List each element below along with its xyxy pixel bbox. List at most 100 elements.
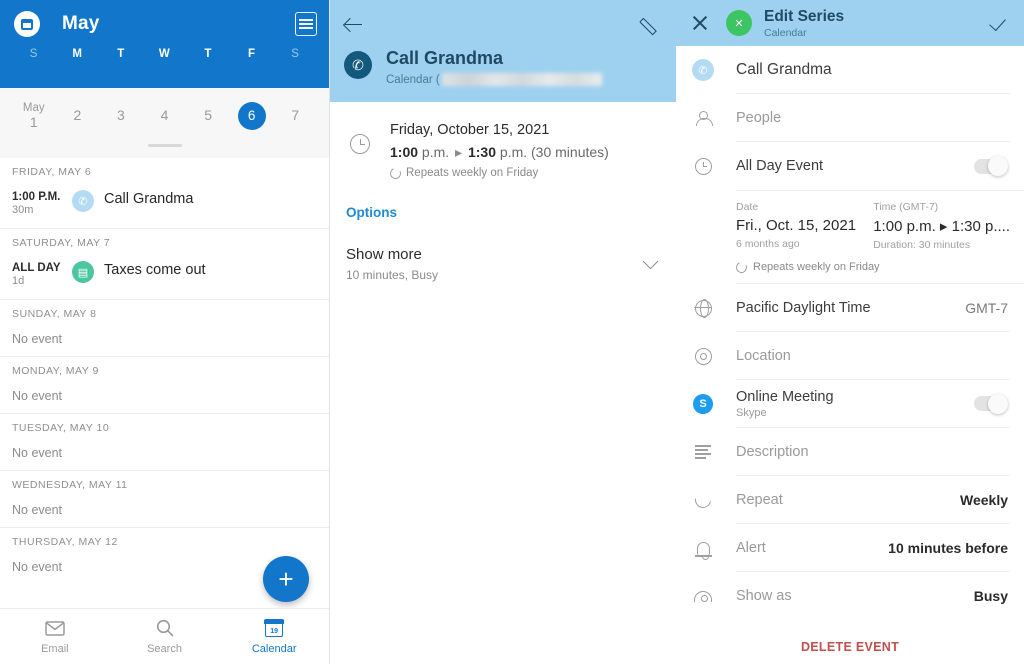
repeat-icon bbox=[691, 488, 715, 512]
time-arrow-icon: ▸ bbox=[455, 144, 463, 160]
globe-icon bbox=[692, 299, 714, 319]
agenda-section-header: WEDNESDAY, MAY 11 bbox=[0, 470, 329, 497]
edit-row-location[interactable]: Location bbox=[676, 332, 1024, 380]
event-title: Call Grandma bbox=[386, 48, 504, 68]
description-icon bbox=[692, 445, 714, 459]
agenda-event-row[interactable]: 1:00 P.M. 30m ✆ Call Grandma bbox=[0, 184, 329, 228]
close-icon[interactable] bbox=[690, 13, 710, 33]
agenda-event-time: ALL DAY 1d bbox=[12, 261, 70, 287]
nav-label: Calendar bbox=[251, 642, 297, 655]
week-day-cell-1[interactable]: May 1 bbox=[12, 102, 56, 130]
edit-datetime-block[interactable]: Date Fri., Oct. 15, 2021 6 months ago Ti… bbox=[676, 191, 1024, 253]
agenda-title-row: May bbox=[12, 0, 317, 48]
date-label: Date bbox=[736, 201, 759, 213]
event-duration: 1d bbox=[12, 275, 25, 287]
calendar-glyph: 19 bbox=[264, 618, 284, 637]
money-icon: ▤ bbox=[72, 261, 94, 283]
pencil-icon[interactable] bbox=[642, 15, 662, 35]
all-day-toggle[interactable] bbox=[974, 156, 1008, 176]
detail-header-actions bbox=[344, 10, 662, 40]
back-arrow-icon[interactable] bbox=[344, 14, 366, 36]
time-end: 1:30 bbox=[467, 144, 496, 160]
repeat-text: Repeats weekly on Friday bbox=[406, 167, 539, 179]
detail-datetime-block[interactable]: Friday, October 15, 2021 1:00 p.m. ▸ 1:3… bbox=[346, 120, 660, 181]
row-label: People bbox=[736, 109, 782, 126]
weekday-initial: S bbox=[29, 48, 38, 60]
search-icon bbox=[156, 619, 174, 638]
agenda-event-row[interactable]: ALL DAY 1d ▤ Taxes come out bbox=[0, 255, 329, 299]
nav-item-search[interactable]: Search bbox=[110, 609, 220, 664]
edit-row-description[interactable]: Description bbox=[676, 428, 1024, 476]
edit-location-content: Location bbox=[736, 332, 1010, 380]
edit-series-screen: ✕ Edit Series Calendar ✆ Call Grandma Pe… bbox=[676, 0, 1024, 664]
show-more-row[interactable]: Show more 10 minutes, Busy bbox=[346, 246, 660, 282]
event-date: Friday, October 15, 2021 bbox=[390, 122, 550, 138]
eye-icon bbox=[692, 590, 714, 602]
week-day-cell-2[interactable]: 2 bbox=[56, 108, 100, 123]
edit-time-column[interactable]: Time (GMT-7) 1:00 p.m. ▸ 1:30 p.... Dura… bbox=[873, 201, 1010, 251]
chevron-down-icon[interactable] bbox=[642, 253, 659, 270]
options-link[interactable]: Options bbox=[346, 205, 660, 220]
weekday-initial: S bbox=[291, 48, 300, 60]
event-detail-screen: ✆ Call Grandma Calendar ( Friday, Octobe… bbox=[330, 0, 676, 664]
edit-row-all-day[interactable]: All Day Event bbox=[676, 142, 1024, 190]
edit-date-column[interactable]: Date Fri., Oct. 15, 2021 6 months ago bbox=[736, 201, 859, 251]
edit-row-people[interactable]: People bbox=[676, 94, 1024, 142]
date-relative: 6 months ago bbox=[736, 238, 800, 250]
time-duration: Duration: 30 minutes bbox=[873, 239, 971, 251]
edit-row-show-as[interactable]: Show as Busy bbox=[676, 572, 1024, 620]
calendar-drag-handle[interactable] bbox=[0, 144, 329, 158]
weekday-initial: T bbox=[117, 48, 125, 60]
phone-icon: ✆ bbox=[692, 59, 714, 81]
repeat-icon bbox=[388, 165, 403, 181]
edit-row-alert[interactable]: Alert 10 minutes before bbox=[676, 524, 1024, 572]
agenda-section-header: SATURDAY, MAY 7 bbox=[0, 228, 329, 255]
clock-icon bbox=[692, 157, 714, 175]
month-title[interactable]: May bbox=[62, 13, 100, 35]
repeat-icon bbox=[734, 259, 749, 275]
row-value: GMT-7 bbox=[965, 299, 1008, 316]
edit-row-repeat[interactable]: Repeat Weekly bbox=[676, 476, 1024, 524]
people-icon bbox=[692, 110, 714, 126]
date-value: Fri., Oct. 15, 2021 bbox=[736, 217, 857, 234]
agenda-empty-text: No event bbox=[12, 446, 63, 460]
nav-item-calendar[interactable]: 19 Calendar bbox=[219, 609, 329, 664]
week-day-cell-5[interactable]: 5 bbox=[186, 108, 230, 123]
week-day-number: 4 bbox=[160, 107, 169, 124]
phone-icon: ✆ bbox=[344, 51, 372, 79]
edit-people-content: People bbox=[736, 94, 1010, 142]
row-label: Description bbox=[736, 443, 809, 460]
weekday-initial: T bbox=[204, 48, 212, 60]
week-day-cell-4[interactable]: 4 bbox=[143, 108, 187, 123]
repeat-text: Repeats weekly on Friday bbox=[753, 261, 880, 273]
add-event-fab[interactable]: + bbox=[263, 556, 309, 602]
edit-row-online-meeting[interactable]: S Online Meeting Skype bbox=[676, 380, 1024, 428]
calendar-glyph-icon bbox=[21, 18, 33, 30]
nav-item-email[interactable]: Email bbox=[0, 609, 110, 664]
edit-description-content: Description bbox=[736, 428, 1010, 476]
edit-timezone-content: Pacific Daylight Time GMT-7 bbox=[736, 284, 1010, 332]
edit-row-title[interactable]: ✆ Call Grandma bbox=[676, 46, 1024, 94]
week-day-cell-6-selected[interactable]: 6 bbox=[230, 102, 274, 130]
week-day-cell-3[interactable]: 3 bbox=[99, 108, 143, 123]
clock-icon bbox=[350, 134, 370, 154]
calendar-name-prefix: Calendar ( bbox=[386, 73, 440, 86]
agenda-section-header: FRIDAY, MAY 6 bbox=[12, 166, 92, 178]
delete-event-button[interactable]: DELETE EVENT bbox=[676, 620, 1024, 664]
online-meeting-toggle[interactable] bbox=[974, 393, 1008, 414]
row-label: All Day Event bbox=[736, 158, 824, 174]
agenda-line bbox=[299, 19, 313, 21]
week-day-cell-7[interactable]: 7 bbox=[273, 108, 317, 123]
edit-row-timezone[interactable]: Pacific Daylight Time GMT-7 bbox=[676, 284, 1024, 332]
check-icon[interactable] bbox=[990, 13, 1010, 33]
handle-bar bbox=[147, 144, 182, 147]
edit-show-as-content: Show as Busy bbox=[736, 572, 1010, 620]
edit-repeat-info: Repeats weekly on Friday bbox=[676, 253, 1024, 283]
skype-icon: S bbox=[692, 394, 714, 414]
detail-title-row: ✆ Call Grandma Calendar ( bbox=[344, 48, 662, 86]
contact-avatar-icon: ✕ bbox=[726, 10, 752, 36]
row-label: Show as bbox=[736, 588, 792, 604]
agenda-list-icon[interactable] bbox=[295, 12, 317, 36]
agenda-event-list: FRIDAY, MAY 6 1:00 P.M. 30m ✆ Call Grand… bbox=[0, 158, 329, 584]
calendar-avatar-icon[interactable] bbox=[14, 11, 40, 37]
